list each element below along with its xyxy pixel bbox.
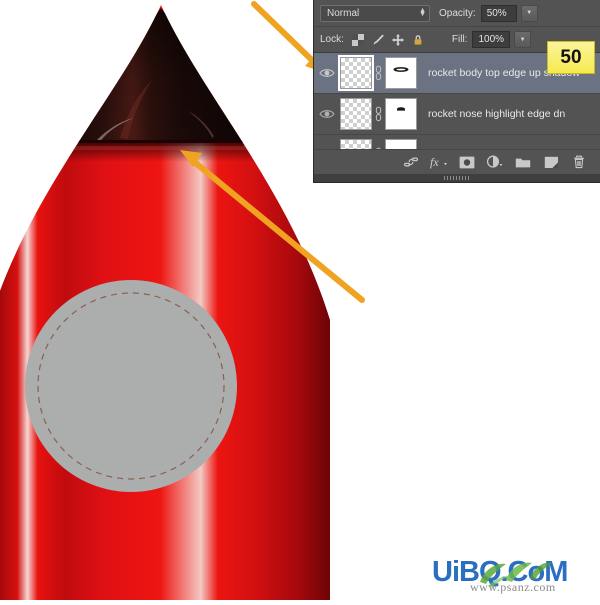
add-layer-mask-button[interactable] xyxy=(453,151,481,173)
fill-input[interactable]: 100% xyxy=(472,31,511,48)
svg-text:fx: fx xyxy=(430,155,439,169)
new-layer-button[interactable] xyxy=(537,151,565,173)
grip-dots-icon xyxy=(444,176,470,180)
watermark: UiBQ.CoM www.psanz.com xyxy=(432,556,597,596)
link-layers-button[interactable] xyxy=(397,151,425,173)
layer-name: rocket nose highlight edge dn xyxy=(428,108,566,120)
layers-panel[interactable]: Normal ▲ ▼ Opacity: 50% ▼ Lock: Fill: 10… xyxy=(313,0,600,183)
chevron-down-icon: ▼ xyxy=(526,10,533,16)
blend-opacity-row: Normal ▲ ▼ Opacity: 50% ▼ xyxy=(314,0,600,27)
opacity-label: Opacity: xyxy=(439,7,476,19)
delete-layer-button[interactable] xyxy=(565,151,593,173)
brush-lock-icon[interactable] xyxy=(370,32,386,48)
layer-thumbnail[interactable] xyxy=(338,55,374,91)
layer-style-button[interactable]: fx xyxy=(425,151,453,173)
opacity-value: 50% xyxy=(486,7,507,19)
all-lock-icon[interactable] xyxy=(410,32,426,48)
eye-icon[interactable] xyxy=(314,67,340,79)
move-lock-icon[interactable] xyxy=(390,32,406,48)
layers-panel-toolbar[interactable]: fx xyxy=(314,149,600,174)
blend-mode-value: Normal xyxy=(327,7,360,19)
eye-icon[interactable] xyxy=(314,108,340,120)
layer-thumbnail[interactable] xyxy=(340,98,372,130)
chain-link-icon[interactable] xyxy=(372,65,385,81)
fill-stepper[interactable]: ▼ xyxy=(514,31,532,48)
chain-link-icon[interactable] xyxy=(372,106,385,122)
step-badge: 50 xyxy=(547,41,595,74)
adjustment-layer-button[interactable] xyxy=(481,151,509,173)
opacity-stepper[interactable]: ▼ xyxy=(520,4,538,22)
layer-mask-thumbnail[interactable] xyxy=(385,98,417,130)
watermark-sub-text: www.psanz.com xyxy=(470,580,556,594)
layer-mask-thumbnail[interactable] xyxy=(385,57,417,89)
chevron-updown-icon: ▲ ▼ xyxy=(419,7,426,18)
transparency-lock-icon[interactable] xyxy=(350,32,366,48)
table-row[interactable]: rocket nose highlight edge dn xyxy=(314,94,600,135)
new-group-button[interactable] xyxy=(509,151,537,173)
chevron-down-icon: ▼ xyxy=(519,36,526,43)
panel-resize-grip[interactable] xyxy=(314,174,600,182)
blend-mode-select[interactable]: Normal ▲ ▼ xyxy=(320,4,430,22)
fill-value: 100% xyxy=(478,34,505,45)
opacity-input[interactable]: 50% xyxy=(480,4,517,22)
fill-label: Fill: xyxy=(451,34,468,45)
lock-label: Lock: xyxy=(320,34,344,45)
